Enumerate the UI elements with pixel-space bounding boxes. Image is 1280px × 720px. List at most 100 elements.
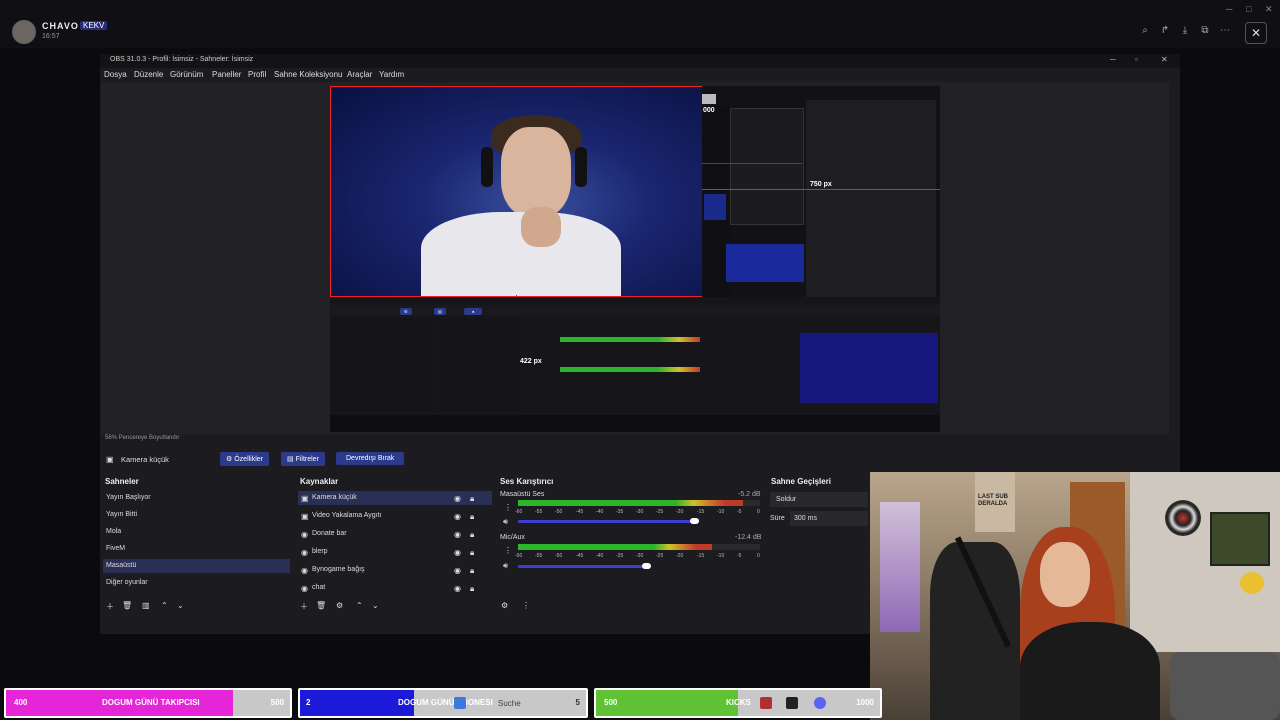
move-up-icon[interactable]: ⌃: [161, 601, 168, 610]
source-item[interactable]: Video Yakalama Aygıtı: [312, 512, 382, 519]
streamer-body: [1020, 622, 1160, 720]
move-up-icon[interactable]: ⌃: [356, 601, 363, 610]
deactivate-button[interactable]: Devredışı Bırak: [336, 452, 405, 465]
close-icon[interactable]: ✕: [1245, 22, 1267, 44]
download-icon[interactable]: ⤓: [1177, 25, 1193, 36]
minimize-icon[interactable]: ─: [1226, 4, 1232, 14]
menu-araclar[interactable]: Araçlar: [347, 70, 372, 79]
eye-icon[interactable]: ◉: [454, 566, 461, 575]
streamer-face: [1040, 542, 1090, 607]
sources-title: Kaynaklar: [300, 477, 339, 486]
goal-start: 400: [14, 698, 28, 707]
lock-icon[interactable]: 🔒︎: [470, 548, 474, 558]
maximize-icon[interactable]: □: [1246, 4, 1251, 14]
eye-icon[interactable]: ◉: [454, 530, 461, 539]
scene-item[interactable]: FiveM: [106, 545, 125, 552]
nested-controls: [726, 244, 804, 282]
share-icon[interactable]: ↱: [1157, 25, 1173, 36]
speaker-icon[interactable]: 🔊︎: [503, 517, 508, 527]
scene-item[interactable]: Diğer oyunlar: [106, 579, 148, 586]
speaker-icon[interactable]: 🔊︎: [503, 561, 508, 571]
nested-panel-large: [806, 100, 936, 300]
volume-slider[interactable]: [518, 565, 651, 568]
meter-tick-label: -25: [656, 509, 664, 515]
headset-left: [481, 147, 493, 187]
meter-tick-label: -60: [515, 553, 523, 559]
properties-button[interactable]: ⚙ Özellikler: [220, 452, 270, 466]
meter-tick-label: -10: [717, 553, 725, 559]
scene-item-selected[interactable]: Masaüstü: [106, 562, 136, 569]
lock-icon[interactable]: 🔒︎: [470, 584, 474, 594]
move-down-icon[interactable]: ⌄: [177, 601, 184, 610]
volume-slider[interactable]: [518, 520, 699, 523]
lock-icon[interactable]: 🔒︎: [470, 530, 474, 540]
menu-profil[interactable]: Profil: [248, 70, 266, 79]
duration-label: Süre: [770, 515, 785, 522]
avatar[interactable]: [12, 20, 36, 44]
source-item[interactable]: blerp: [312, 548, 328, 555]
channel-menu-icon[interactable]: ⋮: [504, 546, 512, 555]
scene-filter-icon[interactable]: ▥: [142, 601, 150, 610]
source-item[interactable]: Kamera küçük: [312, 494, 357, 501]
scene-item[interactable]: Mola: [106, 528, 121, 535]
filters-button[interactable]: ▤ Filtreler: [281, 452, 325, 466]
window-close-icon[interactable]: ✕: [1265, 4, 1273, 15]
eye-icon[interactable]: ◉: [454, 548, 461, 557]
delete-source-icon[interactable]: 🗑: [316, 601, 326, 610]
streamer-tag: KEKV: [80, 21, 108, 30]
properties-label: Özellikler: [234, 456, 264, 463]
channel-menu-icon[interactable]: ⋮: [504, 503, 512, 512]
move-down-icon[interactable]: ⌄: [372, 601, 379, 610]
meter-tick-label: 0: [757, 509, 760, 515]
mixer-menu-icon[interactable]: ⋮: [522, 601, 530, 610]
eye-icon[interactable]: ◉: [454, 512, 461, 521]
preview-zoom-status[interactable]: 56% Pencereye Boyutlandır: [105, 435, 179, 441]
open-icon[interactable]: ⧉: [1197, 25, 1213, 36]
scene-item[interactable]: Yayın Başlıyor: [106, 494, 151, 501]
delete-scene-icon[interactable]: 🗑: [122, 601, 132, 610]
meter-tick-label: -50: [555, 553, 563, 559]
lock-icon[interactable]: 🔒︎: [470, 566, 474, 576]
add-scene-icon[interactable]: ＋: [106, 601, 114, 612]
zoom-icon[interactable]: ⌕: [1137, 25, 1153, 36]
volume-knob[interactable]: [690, 518, 699, 524]
taskbar-search: Suche: [498, 699, 521, 708]
more-icon[interactable]: ⋯: [1217, 25, 1233, 36]
channel-name: Mic/Aux: [500, 534, 525, 541]
source-item[interactable]: Donate bar: [312, 530, 347, 537]
nested-source-bar: [330, 305, 940, 315]
goal-title: DOGUM GÜNÜ ABONESI: [398, 698, 493, 707]
nested-properties-button: ⚙: [400, 308, 412, 315]
goal-title: DOGUM GÜNÜ TAKIPCISI: [102, 698, 200, 707]
lock-icon[interactable]: 🔒︎: [470, 494, 474, 504]
source-item[interactable]: Bynogame bağış: [312, 566, 365, 573]
camera-source[interactable]: [330, 86, 704, 297]
mixer-settings-icon[interactable]: ⚙: [501, 601, 508, 610]
scene-item[interactable]: Yayın Bitti: [106, 511, 137, 518]
meter-tick-label: -20: [676, 509, 684, 515]
streamer-name[interactable]: CHAVO: [42, 21, 79, 31]
source-item[interactable]: chat: [312, 584, 325, 591]
lock-icon[interactable]: 🔒︎: [470, 512, 474, 522]
goal-bar-kicks: 500 KICKS 1000: [594, 688, 882, 718]
menu-duzenle[interactable]: Düzenle: [134, 70, 163, 79]
goal-target: 5: [575, 698, 580, 707]
guide-height-label: 422 px: [520, 358, 542, 365]
meter-tick-label: -25: [656, 553, 664, 559]
browser-source-icon: ◉: [301, 566, 308, 575]
meter-tick-label: -5: [737, 553, 742, 559]
menu-yardim[interactable]: Yardım: [379, 70, 404, 79]
menu-paneller[interactable]: Paneller: [212, 70, 241, 79]
obs-close-icon[interactable]: ✕: [1161, 55, 1168, 64]
obs-minimize-icon[interactable]: ─: [1110, 55, 1116, 64]
obs-maximize-icon[interactable]: ▫: [1135, 55, 1138, 64]
menu-sahne-koleksiyonu[interactable]: Sahne Koleksiyonu: [274, 70, 343, 79]
eye-icon[interactable]: ◉: [454, 494, 461, 503]
menu-dosya[interactable]: Dosya: [104, 70, 127, 79]
eye-icon[interactable]: ◉: [454, 584, 461, 593]
add-source-icon[interactable]: ＋: [300, 601, 308, 612]
source-settings-icon[interactable]: ⚙: [336, 601, 343, 610]
menu-gorunum[interactable]: Görünüm: [170, 70, 203, 79]
volume-knob[interactable]: [642, 563, 651, 569]
stream-top-bar: [0, 0, 1280, 48]
